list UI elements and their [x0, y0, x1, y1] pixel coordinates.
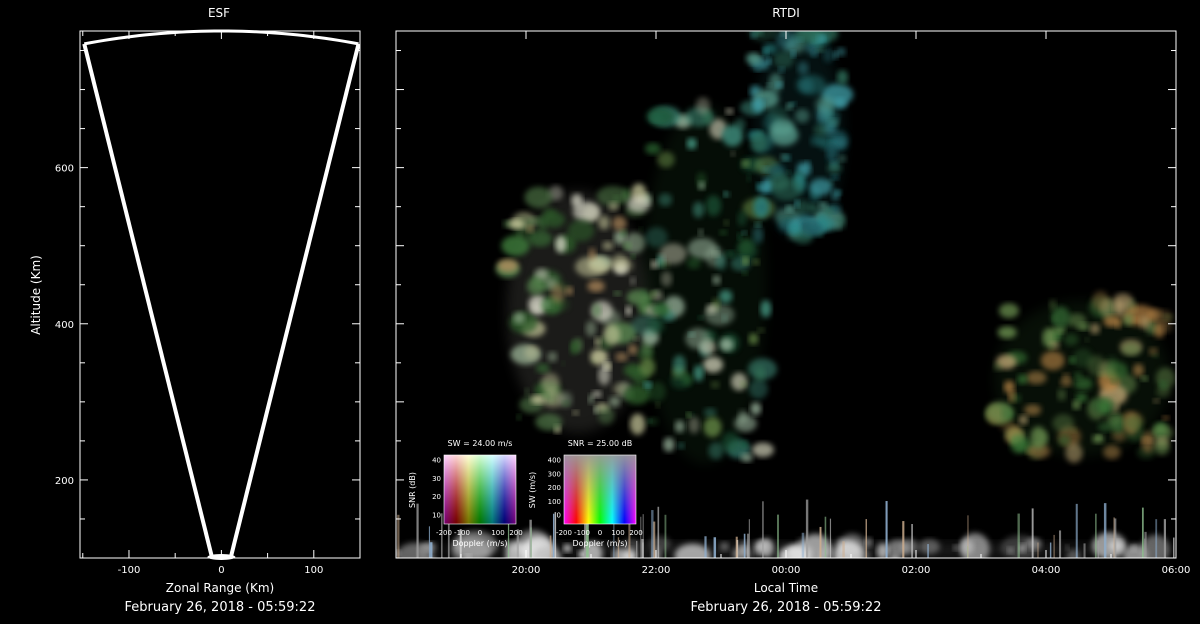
esf-y-tick-label: 200 — [55, 476, 74, 487]
legend-y-tick-label: 30 — [432, 475, 441, 483]
esf-x-axis-label: Zonal Range (Km) — [166, 581, 274, 595]
esf-y-tick-label: 600 — [55, 164, 74, 175]
esf-x-tick-label: 0 — [218, 565, 224, 576]
legend-x-tick-label: 100 — [611, 529, 624, 537]
legend-y-tick-label: 10 — [432, 512, 441, 520]
snr-legend-title: SNR = 25.00 dB — [568, 439, 632, 448]
legend-x-tick-label: -100 — [454, 529, 470, 537]
legend-x-tick-label: 100 — [491, 529, 504, 537]
snr-legend-y-label: SW (m/s) — [528, 472, 537, 508]
esf-date-label: February 26, 2018 - 05:59:22 — [125, 600, 316, 615]
esf-x-axis: -100 0 100 — [82, 31, 361, 576]
legend-y-tick-label: 0 — [557, 512, 561, 520]
snr-legend-x-label: Doppler (m/s) — [572, 539, 627, 548]
esf-y-axis: 200 400 600 — [55, 50, 360, 520]
rtdi-date-label: February 26, 2018 - 05:59:22 — [691, 600, 882, 615]
legend-y-tick-label: 200 — [548, 484, 561, 492]
rtdi-x-tick-label: 02:00 — [902, 565, 931, 576]
legend-x-tick-label: 200 — [509, 529, 522, 537]
legend-x-tick-label: 0 — [478, 529, 482, 537]
rtdi-x-tick-label: 04:00 — [1032, 565, 1061, 576]
esf-fan-right-edge — [228, 43, 361, 559]
legend-x-tick-label: -200 — [556, 529, 572, 537]
rtdi-echo-region — [495, 183, 654, 435]
esf-rtdi-figure: ESF 200400600 -100 0 100 Altitude (Km) Zon… — [29, 6, 1191, 615]
rtdi-x-tick-label: 20:00 — [512, 565, 541, 576]
rtdi-x-tick-label: 22:00 — [642, 565, 671, 576]
legend-x-tick-label: -200 — [436, 529, 452, 537]
esf-y-axis-label: Altitude (Km) — [29, 255, 43, 335]
snr-color-legend: SNR = 25.00 dB 0 100 200 300 400 -200 -100 0 10… — [528, 439, 643, 548]
esf-title: ESF — [208, 6, 230, 20]
sw-legend-y-label: SNR (dB) — [408, 472, 417, 508]
rtdi-x-tick-label: 00:00 — [772, 565, 801, 576]
esf-fan-left-edge — [82, 43, 215, 559]
esf-fan-outline — [82, 29, 361, 560]
rtdi-title: RTDI — [772, 6, 800, 20]
rtdi-x-tick-label: 06:00 — [1162, 565, 1191, 576]
sw-legend-x-label: Doppler (m/s) — [452, 539, 507, 548]
esf-y-tick-label: 400 — [55, 320, 74, 331]
legend-y-tick-label: 400 — [548, 457, 561, 465]
rtdi-panel: RTDI 20:00 22:00 00:00 02:00 04:00 06:00 Loca… — [395, 6, 1191, 615]
legend-y-tick-label: 100 — [548, 498, 561, 506]
esf-x-tick-label: 100 — [304, 565, 323, 576]
legend-y-tick-label: 20 — [432, 493, 441, 501]
sw-color-legend: SW = 24.00 m/s 10203040 -200 -100 0 100 200 … — [408, 439, 523, 548]
rtdi-echo-region — [746, 31, 854, 244]
esf-x-tick-label: -100 — [118, 565, 141, 576]
esf-plot-frame — [79, 30, 361, 559]
rtdi-x-axis-label: Local Time — [754, 581, 818, 595]
sw-legend-title: SW = 24.00 m/s — [448, 439, 513, 448]
rtdi-echo-region — [985, 290, 1176, 463]
legend-y-tick-label: 40 — [432, 457, 441, 465]
legend-x-tick-label: -100 — [574, 529, 590, 537]
legend-y-tick-label: 300 — [548, 470, 561, 478]
legend-x-tick-label: 0 — [598, 529, 602, 537]
esf-panel: ESF 200 400 600 -100 0 100 Altitude (Km) Zon… — [29, 6, 361, 615]
legend-x-tick-label: 200 — [629, 529, 642, 537]
